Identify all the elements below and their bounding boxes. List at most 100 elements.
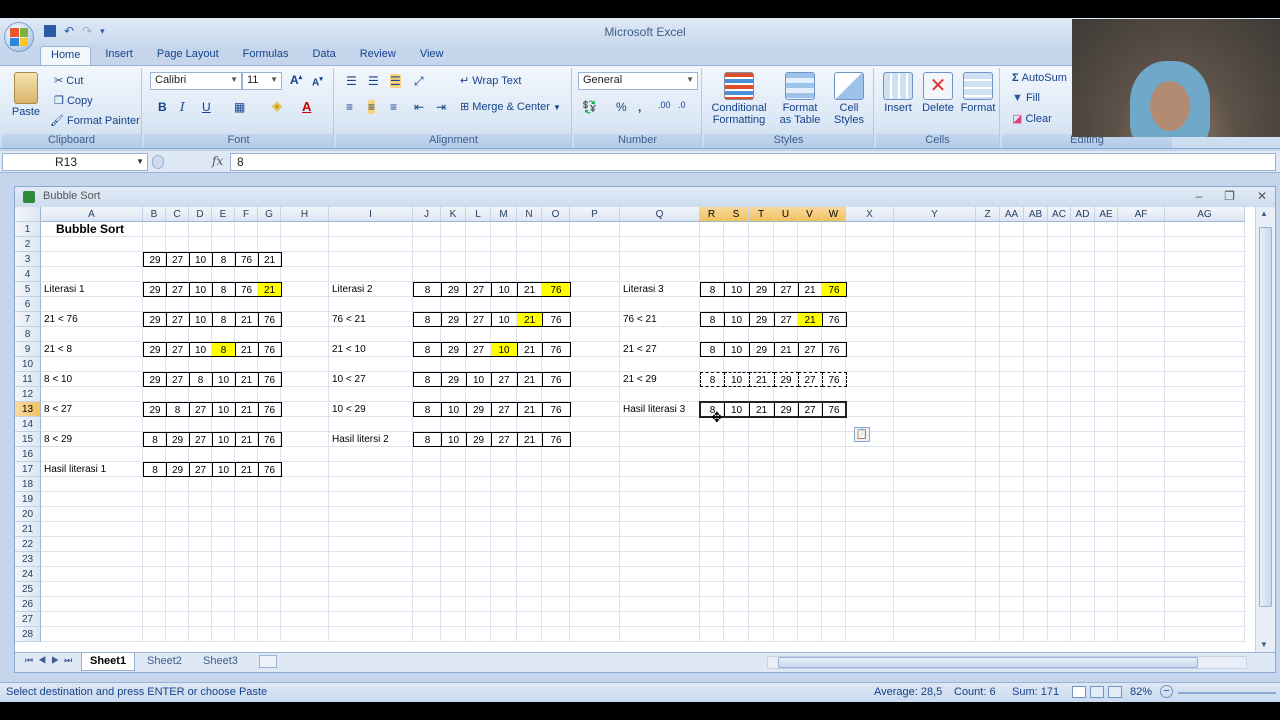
column-header[interactable]: P (570, 207, 620, 222)
value-cell[interactable]: 27 (798, 342, 823, 357)
value-cell[interactable]: 76 (822, 312, 847, 327)
scroll-up-icon[interactable]: ▲ (1260, 209, 1268, 218)
value-cell[interactable]: 76 (542, 372, 571, 387)
value-cell[interactable]: 21 (774, 342, 799, 357)
value-cell[interactable]: 29 (774, 372, 799, 387)
tab-insert[interactable]: Insert (95, 46, 143, 66)
select-all-corner[interactable] (15, 207, 41, 222)
column-header[interactable]: R (700, 207, 724, 222)
underline-icon[interactable]: U (202, 100, 211, 114)
column-header[interactable]: G (258, 207, 281, 222)
value-cell[interactable]: 10 (212, 432, 236, 447)
column-header[interactable]: L (466, 207, 491, 222)
clear-button[interactable]: ◪ Clear (1012, 112, 1052, 125)
value-cell[interactable]: 8 (189, 372, 213, 387)
value-cell[interactable]: 29 (143, 372, 167, 387)
value-cell[interactable]: 10 (212, 372, 236, 387)
increase-indent-icon[interactable]: ⇥ (436, 100, 446, 114)
value-cell[interactable]: 8 (700, 312, 725, 327)
row-header[interactable]: 6 (15, 297, 41, 312)
value-cell[interactable]: 76 (258, 402, 282, 417)
row-header[interactable]: 26 (15, 597, 41, 612)
column-header[interactable]: AC (1048, 207, 1071, 222)
value-cell[interactable]: 27 (189, 432, 213, 447)
font-size-combo[interactable]: 11 ▼ (242, 72, 282, 90)
font-color-icon[interactable]: A (302, 99, 311, 114)
column-header[interactable]: AB (1024, 207, 1048, 222)
value-cell[interactable]: 21 (517, 312, 543, 327)
normal-view-icon[interactable] (1072, 686, 1086, 698)
value-cell[interactable]: 29 (166, 432, 190, 447)
value-cell[interactable]: 10 (212, 402, 236, 417)
label-cell[interactable]: Hasil litersi 2 (329, 432, 389, 447)
value-cell[interactable]: 10 (189, 342, 213, 357)
value-cell[interactable]: 10 (441, 432, 467, 447)
column-header[interactable]: Z (976, 207, 1000, 222)
value-cell[interactable]: 10 (491, 342, 518, 357)
page-break-view-icon[interactable] (1108, 686, 1122, 698)
value-cell[interactable]: 21 (798, 312, 823, 327)
value-cell[interactable]: 10 (441, 402, 467, 417)
value-cell[interactable]: 10 (491, 282, 518, 297)
insert-cells-button[interactable]: Insert (880, 72, 916, 114)
value-cell[interactable]: 76 (235, 252, 259, 267)
value-cell[interactable]: 10 (212, 462, 236, 477)
currency-icon[interactable]: 💱 (582, 100, 597, 114)
shrink-font-icon[interactable]: A▾ (312, 75, 323, 88)
row-header[interactable]: 23 (15, 552, 41, 567)
value-cell[interactable]: 10 (189, 312, 213, 327)
value-cell[interactable]: 29 (143, 282, 167, 297)
close-icon[interactable]: ✕ (1257, 189, 1267, 203)
value-cell[interactable]: 8 (413, 282, 442, 297)
row-header[interactable]: 24 (15, 567, 41, 582)
column-header[interactable]: AD (1071, 207, 1095, 222)
font-name-combo[interactable]: Calibri ▼ (150, 72, 242, 90)
value-cell[interactable]: 21 (235, 402, 259, 417)
value-cell[interactable]: 21 (258, 252, 282, 267)
value-cell[interactable]: 21 (235, 342, 259, 357)
align-bottom-icon[interactable]: ☰ (390, 74, 401, 88)
format-cells-button[interactable]: Format (960, 72, 996, 114)
zoom-out-icon[interactable]: − (1160, 685, 1173, 698)
format-painter-button[interactable]: 🖌 Format Painter (50, 114, 140, 127)
restore-icon[interactable]: ❐ (1224, 189, 1235, 203)
row-header[interactable]: 14 (15, 417, 41, 432)
label-cell[interactable]: 21 < 29 (620, 372, 657, 387)
column-header[interactable]: Y (894, 207, 976, 222)
value-cell[interactable]: 29 (441, 372, 467, 387)
row-header[interactable]: 22 (15, 537, 41, 552)
value-cell[interactable]: 76 (542, 342, 571, 357)
column-header[interactable]: H (281, 207, 329, 222)
conditional-formatting-button[interactable]: Conditional Formatting (708, 72, 770, 126)
tab-view[interactable]: View (410, 46, 454, 66)
value-cell[interactable]: 21 (517, 342, 543, 357)
value-cell[interactable]: 8 (212, 252, 236, 267)
align-right-icon[interactable]: ≡ (390, 100, 397, 114)
increase-decimal-icon[interactable]: .00 (658, 100, 671, 110)
row-header[interactable]: 11 (15, 372, 41, 387)
row-header[interactable]: 5 (15, 282, 41, 297)
row-header[interactable]: 7 (15, 312, 41, 327)
value-cell[interactable]: 76 (822, 342, 847, 357)
tab-page-layout[interactable]: Page Layout (147, 46, 229, 66)
value-cell[interactable]: 10 (724, 312, 750, 327)
row-header[interactable]: 15 (15, 432, 41, 447)
value-cell[interactable]: 27 (166, 282, 190, 297)
label-cell[interactable]: 8 < 10 (41, 372, 72, 387)
formula-bar-splitter[interactable] (152, 155, 164, 169)
value-cell[interactable]: 27 (774, 282, 799, 297)
row-header[interactable]: 21 (15, 522, 41, 537)
sheet-tab-sheet3[interactable]: Sheet3 (195, 653, 246, 671)
chevron-down-icon[interactable]: ▼ (136, 157, 144, 166)
autosum-button[interactable]: Σ AutoSum (1012, 72, 1067, 84)
value-cell[interactable]: 21 (749, 372, 775, 387)
row-header[interactable]: 18 (15, 477, 41, 492)
label-cell[interactable]: 21 < 10 (329, 342, 366, 357)
value-cell[interactable]: 21 (517, 282, 543, 297)
value-cell[interactable]: 27 (466, 312, 492, 327)
label-cell[interactable]: Literasi 1 (41, 282, 85, 297)
label-cell[interactable]: Literasi 2 (329, 282, 373, 297)
value-cell[interactable]: 29 (441, 342, 467, 357)
value-cell[interactable]: 21 (258, 282, 282, 297)
horizontal-scrollbar[interactable] (767, 656, 1247, 669)
